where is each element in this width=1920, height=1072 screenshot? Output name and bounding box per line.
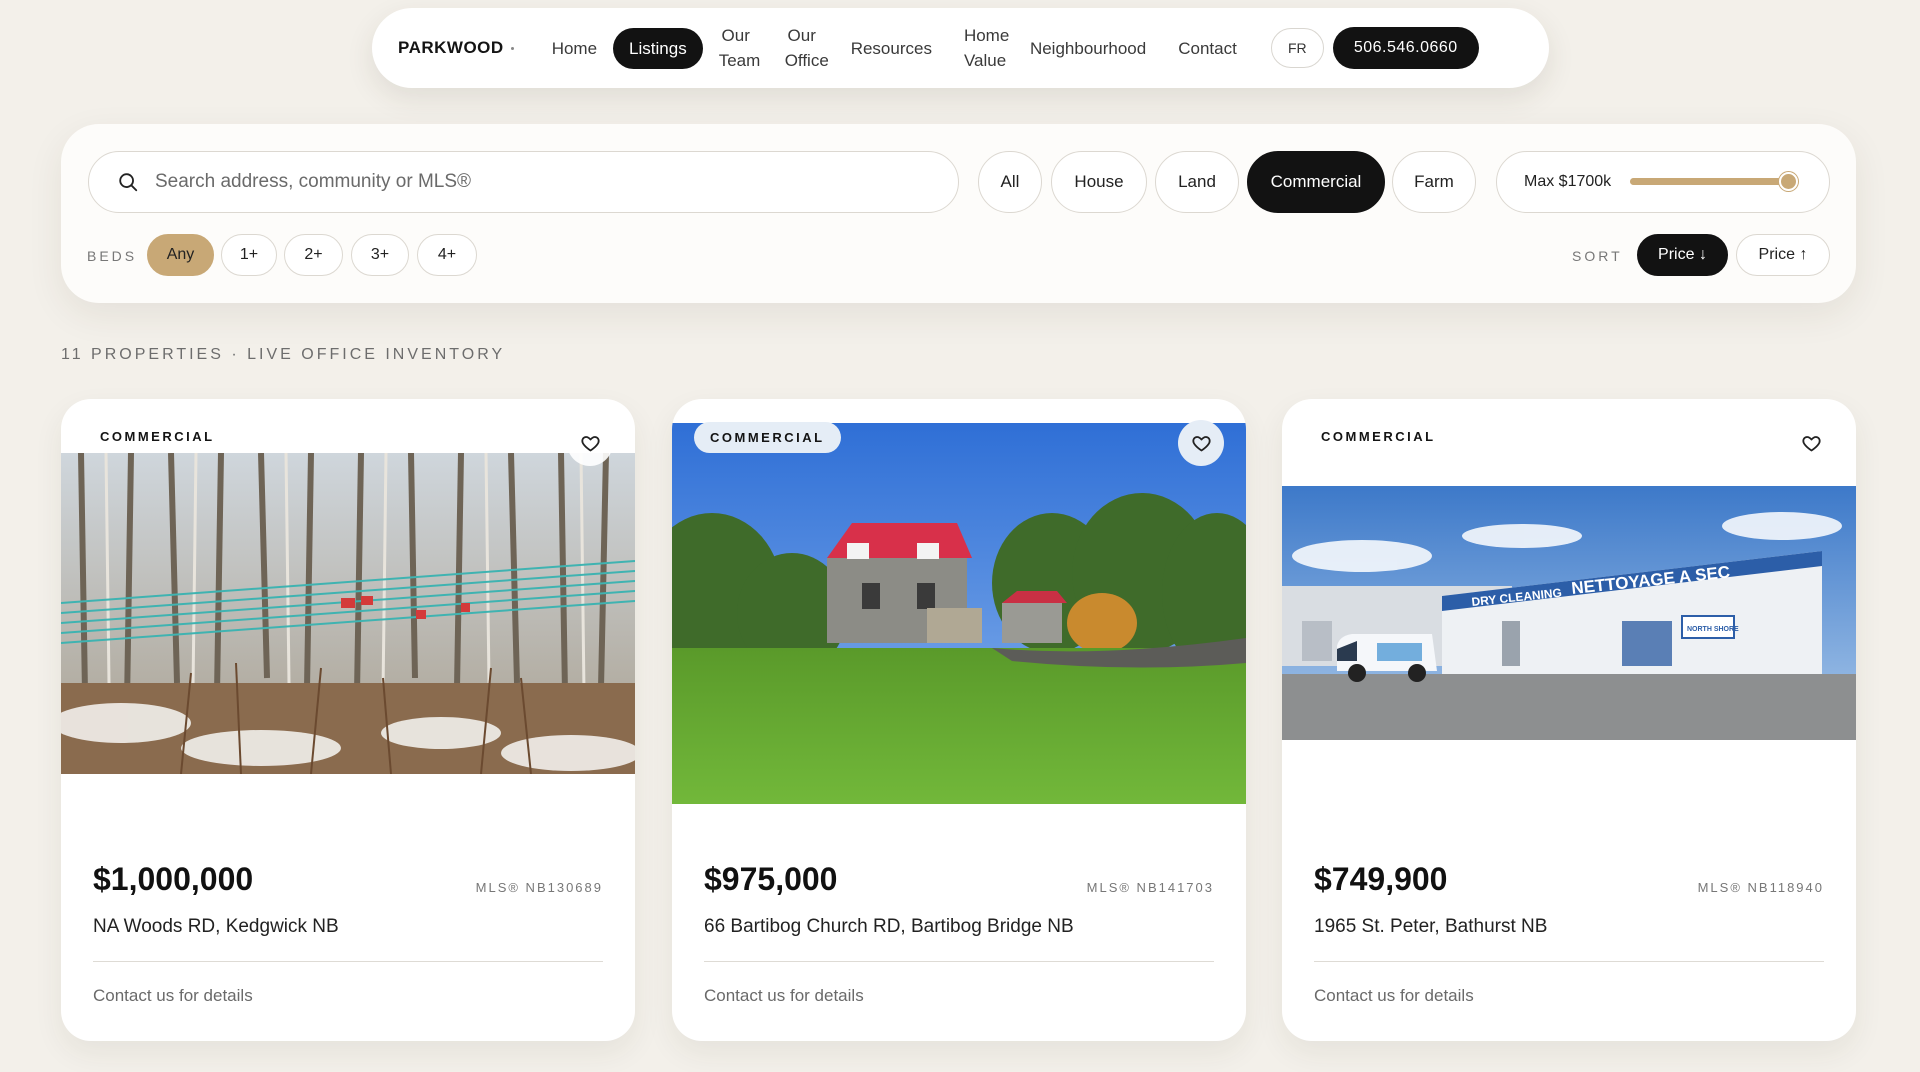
nav-link-resources[interactable]: Resources <box>835 28 948 69</box>
filter-panel: All House Land Commercial Farm Max $1700… <box>61 124 1856 303</box>
beds-filter-1[interactable]: 1+ <box>221 234 277 276</box>
divider <box>93 961 603 962</box>
beds-filter-any[interactable]: Any <box>147 234 214 276</box>
max-price-slider-thumb[interactable] <box>1779 172 1798 191</box>
search-input[interactable] <box>155 171 915 193</box>
logo-text: PARKWOOD <box>398 38 504 57</box>
listing-address: NA Woods RD, Kedgwick NB <box>93 916 339 937</box>
phone-button[interactable]: 506.546.0660 <box>1332 27 1479 69</box>
nav-link-home[interactable]: Home <box>536 28 613 69</box>
beds-label: BEDS <box>87 248 138 264</box>
sort-label: SORT <box>1572 248 1623 264</box>
listing-address: 1965 St. Peter, Bathurst NB <box>1314 916 1548 937</box>
listing-price: $975,000 <box>704 861 838 897</box>
type-filter-all[interactable]: All <box>978 151 1042 213</box>
beds-filter-2[interactable]: 2+ <box>284 234 343 276</box>
type-filter-house[interactable]: House <box>1051 151 1147 213</box>
divider <box>1314 961 1824 962</box>
listing-card[interactable]: COMMERCIAL $1,000,000 MLS® NB130689 NA W… <box>61 399 635 1041</box>
nav-link-neighbourhood[interactable]: Neighbourhood <box>1014 28 1162 69</box>
nav-link-contact[interactable]: Contact <box>1162 28 1253 69</box>
max-price-label: Max $1700k <box>1524 173 1612 190</box>
listing-details-text: Contact us for details <box>704 986 864 1005</box>
logo-dot <box>510 46 514 50</box>
nav-link-listings[interactable]: Listings <box>613 27 703 69</box>
listing-address: 66 Bartibog Church RD, Bartibog Bridge N… <box>704 916 1074 937</box>
listing-mls-number: MLS® NB118940 <box>1697 880 1824 895</box>
beds-filter-3[interactable]: 3+ <box>351 234 409 276</box>
type-filter-land[interactable]: Land <box>1155 151 1239 213</box>
listing-mls-number: MLS® NB130689 <box>475 880 603 895</box>
type-filter-farm[interactable]: Farm <box>1392 151 1476 213</box>
divider <box>704 961 1214 962</box>
listing-details-text: Contact us for details <box>93 986 253 1005</box>
search-icon <box>119 173 138 192</box>
nav-link-home-value[interactable]: Home Value <box>948 15 1014 81</box>
sort-price-asc-button[interactable]: Price ↑ <box>1736 234 1830 276</box>
favorite-button[interactable] <box>567 420 613 466</box>
dry-cleaning-storefront-photo[interactable]: DRY CLEANING NETTOYAGE A SEC NORTH SHORE <box>1282 486 1856 740</box>
listing-card[interactable]: COMMERCIAL $975,000 MLS® NB141703 66 Bar… <box>672 399 1246 1041</box>
heart-icon <box>580 435 600 451</box>
listing-card[interactable]: COMMERCIAL DRY CLEANING NETTOYAGE A SEC … <box>1282 399 1856 1041</box>
listing-details-text: Contact us for details <box>1314 986 1474 1005</box>
type-filter-commercial[interactable]: Commercial <box>1247 151 1385 213</box>
listing-type-label: COMMERCIAL <box>100 429 215 444</box>
listing-price: $1,000,000 <box>93 861 254 897</box>
heart-icon <box>1801 435 1821 451</box>
listing-mls-number: MLS® NB141703 <box>1086 880 1214 895</box>
nav-link-our-office[interactable]: Our Office <box>769 15 835 81</box>
language-toggle-button[interactable]: FR <box>1270 28 1324 68</box>
max-price-slider-track[interactable] <box>1630 172 1798 191</box>
beds-filter-4[interactable]: 4+ <box>417 234 477 276</box>
max-price-filter: Max $1700k <box>1496 151 1830 213</box>
favorite-button[interactable] <box>1788 420 1834 466</box>
listing-type-label: COMMERCIAL <box>694 422 841 453</box>
top-nav: PARKWOOD Home Listings Our Team Our Offi… <box>372 8 1549 88</box>
store-sign-north-shore: NORTH SHORE <box>1687 626 1739 633</box>
heart-icon <box>1191 435 1211 451</box>
sort-price-desc-button[interactable]: Price ↓ <box>1637 234 1728 276</box>
logo[interactable]: PARKWOOD <box>398 38 514 58</box>
listing-type-label: COMMERCIAL <box>1321 429 1436 444</box>
results-count: 11 PROPERTIES · LIVE OFFICE INVENTORY <box>61 346 506 363</box>
listing-price: $749,900 <box>1314 861 1448 897</box>
favorite-button[interactable] <box>1178 420 1224 466</box>
wooded-lot-photo[interactable] <box>61 453 635 774</box>
search-box[interactable] <box>88 151 959 213</box>
nav-link-our-team[interactable]: Our Team <box>703 15 769 81</box>
max-price-slider-fill <box>1630 178 1798 185</box>
red-roof-house-photo[interactable] <box>672 423 1246 804</box>
